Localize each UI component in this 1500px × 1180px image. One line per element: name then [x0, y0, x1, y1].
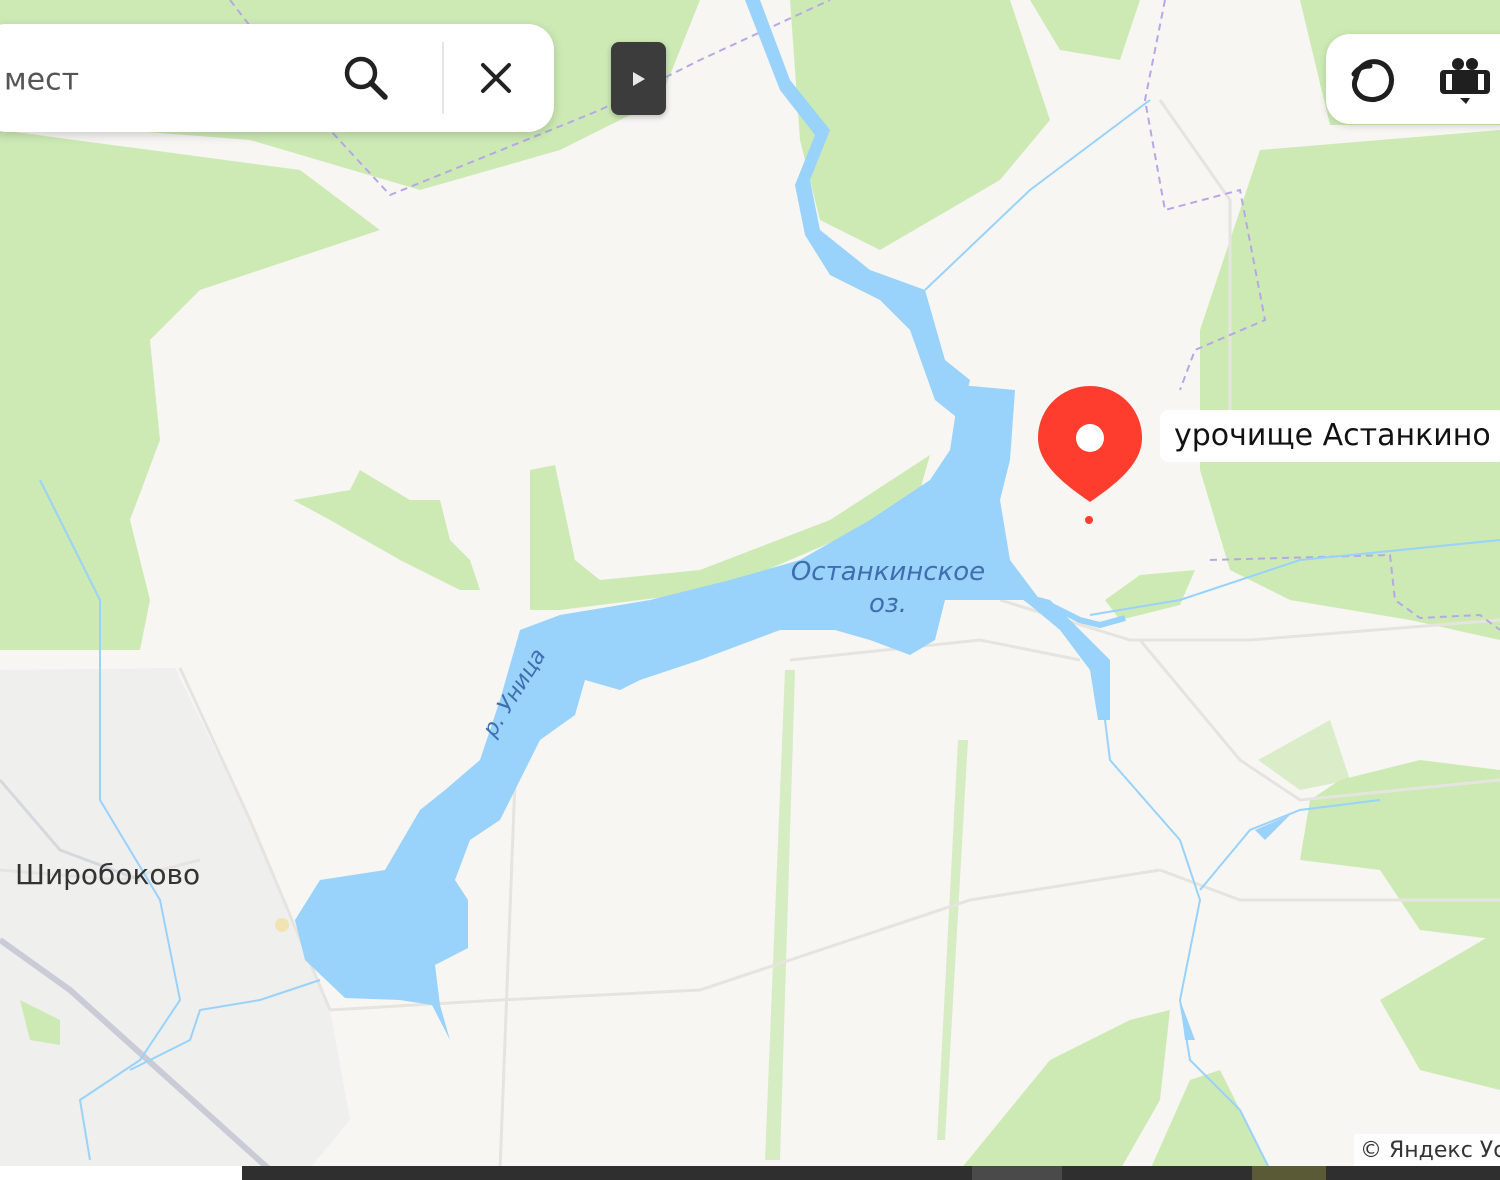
search-button[interactable] [340, 52, 392, 104]
map-pin-icon [1038, 386, 1142, 502]
forest-area [1200, 130, 1500, 640]
clear-search-button[interactable] [474, 56, 518, 100]
lake-label-line2: оз. [869, 589, 907, 619]
bottom-bar [0, 1166, 1500, 1180]
alice-button[interactable] [1344, 54, 1398, 108]
play-triangle-icon [633, 72, 645, 86]
map-pin-marker[interactable] [1036, 384, 1144, 526]
copyright-link[interactable]: © Яндекс Ус [1354, 1134, 1500, 1168]
village-label[interactable]: Широбоково [15, 858, 200, 891]
panorama-button[interactable] [1438, 54, 1492, 108]
magnifier-icon [344, 56, 388, 100]
marker-label[interactable]: урочище Астанкино [1160, 410, 1500, 462]
panorama-people-icon [1440, 58, 1490, 104]
search-divider [442, 42, 444, 114]
close-icon [481, 63, 511, 93]
search-panel: мест [0, 24, 554, 132]
alice-ring-icon [1351, 59, 1394, 103]
lake-label: Останкинское оз. [788, 556, 988, 620]
lake-label-line1: Останкинское [790, 557, 986, 587]
map-controls [1326, 34, 1500, 124]
collapse-panel-button[interactable] [611, 42, 666, 115]
map-canvas[interactable] [0, 0, 1500, 1180]
search-input[interactable]: мест [4, 63, 79, 98]
